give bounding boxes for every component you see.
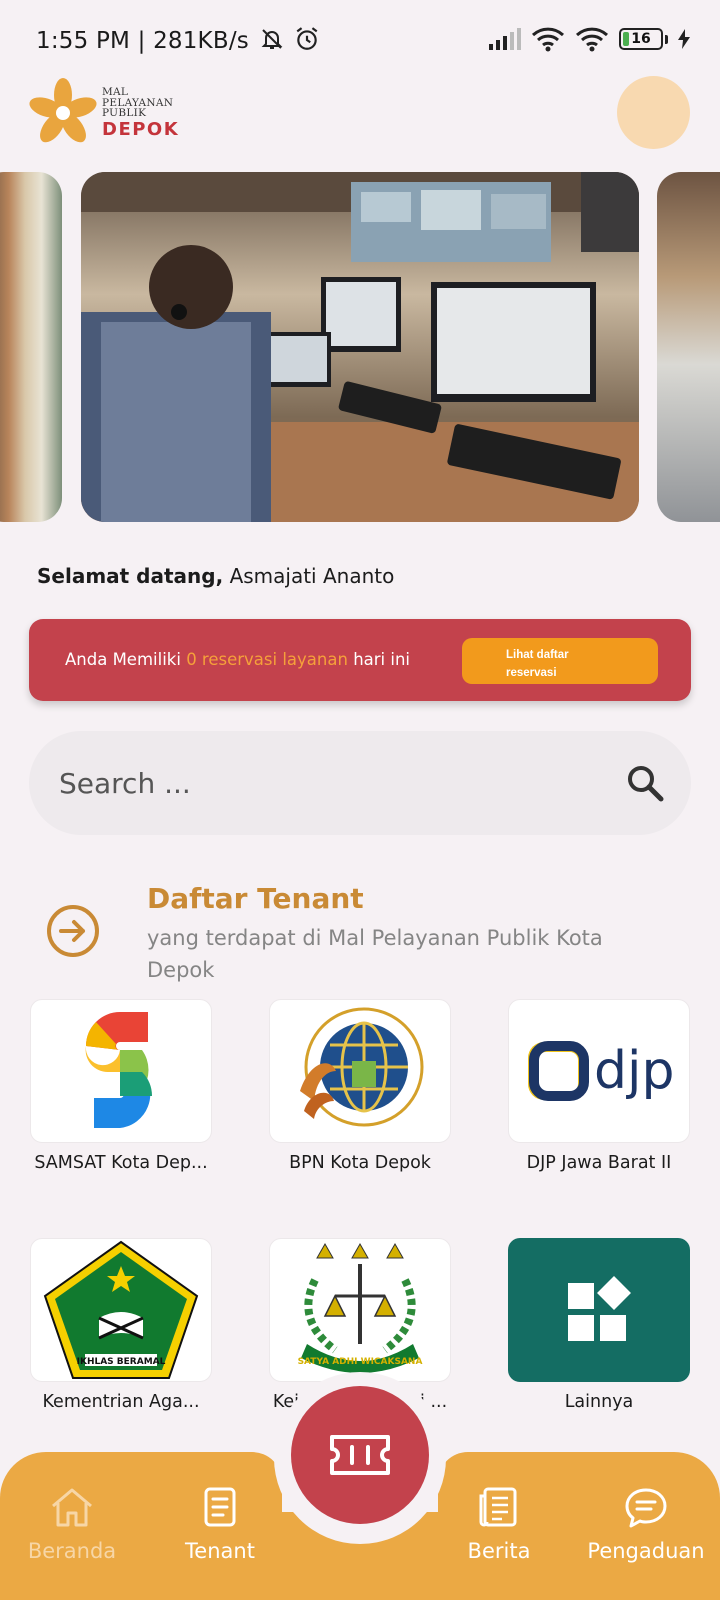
ticket-button[interactable] bbox=[291, 1386, 429, 1524]
wifi-icon bbox=[531, 27, 565, 52]
welcome-greeting: Selamat datang, bbox=[37, 564, 224, 588]
banner-carousel[interactable] bbox=[0, 172, 720, 522]
tenant-item-lainnya[interactable]: Lainnya bbox=[508, 1238, 690, 1412]
app-logo: MAL PELAYANAN PUBLIK DEPOK bbox=[28, 76, 188, 150]
status-time: 1:55 PM | 281KB/s bbox=[36, 26, 320, 54]
tenant-card[interactable] bbox=[508, 1238, 690, 1382]
chat-bubble-icon bbox=[625, 1488, 667, 1528]
mute-bell-icon bbox=[262, 29, 283, 49]
reservation-message: Anda Memiliki 0 reservasi layanan hari i… bbox=[65, 650, 410, 669]
arrow-circle-right-icon[interactable] bbox=[45, 903, 101, 959]
status-indicators: 16 bbox=[489, 26, 690, 52]
tenant-item-samsat[interactable]: SAMSAT Kota Dep... bbox=[30, 999, 212, 1173]
nav-item-tenant[interactable]: Tenant bbox=[140, 1486, 300, 1563]
nav-label-news: Berita bbox=[467, 1539, 531, 1563]
tenant-name: BPN Kota Depok bbox=[289, 1153, 431, 1173]
avatar[interactable] bbox=[617, 76, 690, 149]
tenant-name: Kementrian Aga... bbox=[42, 1392, 200, 1412]
signal-icon bbox=[489, 28, 521, 50]
tenant-item-kemenag[interactable]: IKHLAS BERAMAL Kementrian Aga... bbox=[30, 1238, 212, 1412]
carousel-slide-next[interactable] bbox=[657, 172, 720, 522]
djp-logo-icon: djp bbox=[528, 1041, 674, 1101]
star-flower-logo-icon bbox=[29, 78, 97, 143]
tenant-card[interactable]: djp bbox=[508, 999, 690, 1143]
search-input[interactable] bbox=[59, 761, 599, 805]
tenant-name: SAMSAT Kota Dep... bbox=[34, 1153, 208, 1173]
tenant-card[interactable]: SATYA ADHI WICAKSANA bbox=[269, 1238, 451, 1382]
svg-text:SATYA ADHI WICAKSANA: SATYA ADHI WICAKSANA bbox=[298, 1357, 423, 1367]
search-bar[interactable] bbox=[29, 731, 691, 835]
view-reservations-button[interactable]: Lihat daftar reservasi bbox=[462, 638, 658, 684]
tenant-card[interactable] bbox=[30, 999, 212, 1143]
tenant-item-djp[interactable]: djp DJP Jawa Barat II bbox=[508, 999, 690, 1173]
tenant-card[interactable] bbox=[269, 999, 451, 1143]
svg-text:IKHLAS BERAMAL: IKHLAS BERAMAL bbox=[77, 1357, 166, 1367]
logo-city: DEPOK bbox=[102, 118, 180, 140]
samsat-logo-icon bbox=[85, 1012, 152, 1128]
home-icon bbox=[52, 1488, 92, 1527]
grid-icon bbox=[568, 1276, 631, 1341]
ticket-icon bbox=[330, 1435, 390, 1475]
newspaper-icon bbox=[479, 1487, 517, 1527]
carousel-slide-prev[interactable] bbox=[0, 172, 62, 522]
charging-icon bbox=[678, 29, 690, 49]
nav-item-home[interactable]: Beranda bbox=[0, 1486, 152, 1563]
kemenag-logo-icon: IKHLAS BERAMAL bbox=[43, 1240, 199, 1379]
wifi-icon-2 bbox=[575, 27, 609, 52]
section-title: Daftar Tenant bbox=[147, 882, 364, 915]
nav-label-tenant: Tenant bbox=[185, 1539, 255, 1563]
nav-item-news[interactable]: Berita bbox=[419, 1486, 579, 1563]
nav-label-home: Beranda bbox=[27, 1539, 117, 1563]
alarm-icon bbox=[296, 27, 318, 50]
nav-label-complaint: Pengaduan bbox=[587, 1539, 705, 1563]
reservation-count: 0 reservasi layanan bbox=[186, 650, 348, 669]
svg-text:djp: djp bbox=[594, 1041, 674, 1101]
reservation-banner: Anda Memiliki 0 reservasi layanan hari i… bbox=[29, 619, 691, 701]
section-subtitle: yang terdapat di Mal Pelayanan Publik Ko… bbox=[147, 926, 603, 982]
tenant-item-bpn[interactable]: BPN Kota Depok bbox=[269, 999, 451, 1173]
battery-indicator: 16 bbox=[619, 28, 668, 50]
search-icon[interactable] bbox=[625, 763, 665, 803]
document-icon bbox=[204, 1487, 236, 1527]
welcome-text: Selamat datang, Asmajati Ananto bbox=[37, 564, 394, 588]
tenant-name: DJP Jawa Barat II bbox=[526, 1153, 672, 1173]
tenant-card[interactable]: IKHLAS BERAMAL bbox=[30, 1238, 212, 1382]
carousel-slide-current[interactable] bbox=[81, 172, 639, 522]
logo-line-3: PUBLIK bbox=[102, 107, 147, 120]
office-photo bbox=[81, 172, 639, 522]
nav-item-complaint[interactable]: Pengaduan bbox=[566, 1486, 720, 1563]
welcome-user-name: Asmajati Ananto bbox=[229, 564, 395, 588]
status-bar: 1:55 PM | 281KB/s 16 bbox=[0, 0, 720, 82]
tenant-name: Lainnya bbox=[564, 1392, 634, 1412]
bpn-logo-icon bbox=[300, 1007, 424, 1127]
kejaksaan-logo-icon: SATYA ADHI WICAKSANA bbox=[298, 1242, 423, 1373]
